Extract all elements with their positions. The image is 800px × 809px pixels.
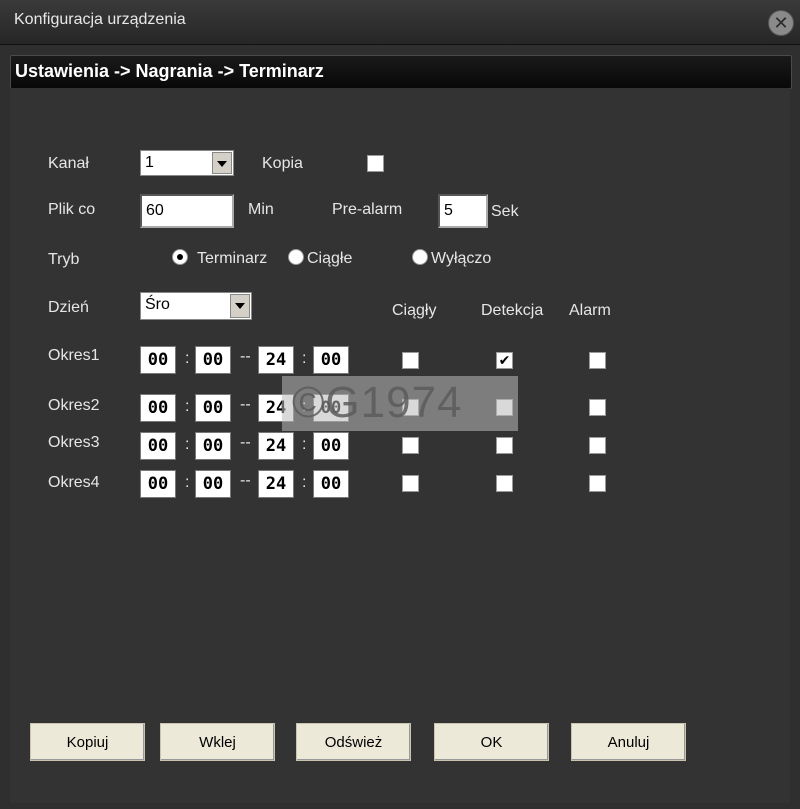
time-colon: : [302,350,307,367]
time-colon: : [185,398,190,415]
watermark-text: ©G1974 [292,378,463,427]
ciagly-checkbox[interactable] [402,352,419,369]
start-hour-field[interactable]: 00 [140,432,176,460]
tryb-terminarz-radio[interactable] [172,249,188,265]
detekcja-checkbox[interactable]: ✔ [496,352,513,369]
end-minute-field[interactable]: 00 [313,432,349,460]
start-minute-field[interactable]: 00 [195,470,231,498]
period-label: Okres2 [48,397,100,414]
tryb-label: Tryb [48,251,80,268]
time-range-dash: -- [240,472,251,489]
time-colon: : [302,474,307,491]
ok-button[interactable]: OK [434,723,549,761]
kopiuj-button[interactable]: Kopiuj [30,723,145,761]
config-window: Konfiguracja urządzenia ✕ Ustawienia -> … [0,0,800,809]
kanal-label: Kanał [48,155,89,172]
start-hour-field[interactable]: 00 [140,394,176,422]
tryb-wylaczo-radio[interactable] [412,249,428,265]
breadcrumb: Ustawienia -> Nagrania -> Terminarz [10,55,792,89]
start-minute-field[interactable]: 00 [195,432,231,460]
tryb-wylaczo-label: Wyłączo [431,250,492,267]
close-icon[interactable]: ✕ [768,10,794,36]
end-hour-field[interactable]: 24 [258,346,294,374]
start-hour-field[interactable]: 00 [140,470,176,498]
time-colon: : [302,436,307,453]
breadcrumb-text: Ustawienia -> Nagrania -> Terminarz [15,61,324,81]
kanal-value: 1 [145,154,154,171]
prealarm-label: Pre-alarm [332,201,403,218]
period-label: Okres1 [48,347,100,364]
kopia-checkbox[interactable] [367,155,384,172]
plik-label: Plik co [48,201,96,218]
tryb-ciagle-label: Ciągłe [307,250,353,267]
alarm-checkbox[interactable] [589,399,606,416]
start-minute-field[interactable]: 00 [195,394,231,422]
tryb-terminarz-label: Terminarz [197,250,268,267]
detekcja-checkbox[interactable] [496,437,513,454]
detekcja-checkbox[interactable] [496,475,513,492]
kanal-select[interactable]: 1 [140,150,234,176]
prealarm-value: 5 [444,202,453,219]
dzien-label: Dzień [48,299,89,316]
time-colon: : [185,436,190,453]
alarm-checkbox[interactable] [589,437,606,454]
title-bar: Konfiguracja urządzenia ✕ [0,0,800,45]
sek-label: Sek [491,203,519,220]
col-header-ciagly: Ciągły [392,302,437,319]
col-header-detekcja: Detekcja [481,302,544,319]
min-label: Min [248,201,274,218]
dzien-value: Śro [145,296,170,313]
time-colon: : [185,474,190,491]
end-hour-field[interactable]: 24 [258,432,294,460]
time-range-dash: -- [240,348,251,365]
dzien-select[interactable]: Śro [140,292,252,320]
tryb-ciagle-radio[interactable] [288,249,304,265]
alarm-checkbox[interactable] [589,475,606,492]
wklej-button[interactable]: Wklej [160,723,275,761]
chevron-down-icon[interactable] [212,152,232,174]
end-minute-field[interactable]: 00 [313,346,349,374]
chevron-down-icon[interactable] [230,294,250,318]
watermark: ©G1974 [282,376,518,431]
alarm-checkbox[interactable] [589,352,606,369]
end-hour-field[interactable]: 24 [258,470,294,498]
period-label: Okres3 [48,434,100,451]
settings-panel [10,88,790,803]
window-title: Konfiguracja urządzenia [14,11,186,28]
ciagly-checkbox[interactable] [402,475,419,492]
period-label: Okres4 [48,474,100,491]
odswiez-button[interactable]: Odśwież [296,723,411,761]
time-range-dash: -- [240,434,251,451]
plik-input[interactable]: 60 [140,194,234,228]
time-colon: : [185,350,190,367]
time-range-dash: -- [240,396,251,413]
kopia-label: Kopia [262,155,303,172]
prealarm-input[interactable]: 5 [438,194,488,228]
col-header-alarm: Alarm [569,302,611,319]
plik-value: 60 [146,202,164,219]
anuluj-button[interactable]: Anuluj [571,723,686,761]
start-minute-field[interactable]: 00 [195,346,231,374]
end-minute-field[interactable]: 00 [313,470,349,498]
start-hour-field[interactable]: 00 [140,346,176,374]
ciagly-checkbox[interactable] [402,437,419,454]
